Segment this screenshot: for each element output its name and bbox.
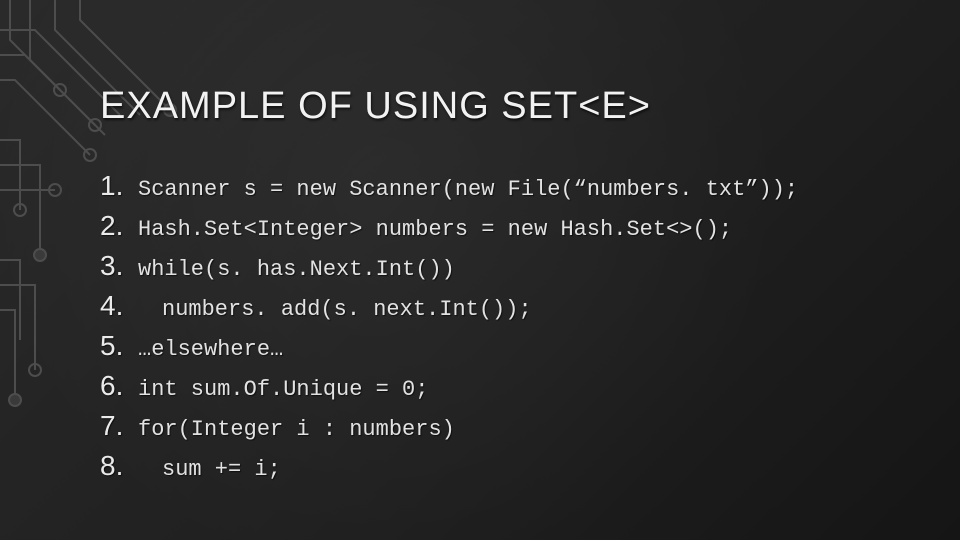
code-line: 8. sum += i; [100,450,870,482]
code-line: 1. Scanner s = new Scanner(new File(“num… [100,170,870,202]
line-number: 8. [100,450,138,482]
code-block: 1. Scanner s = new Scanner(new File(“num… [100,170,870,490]
line-number: 6. [100,370,138,402]
code-text: Hash.Set<Integer> numbers = new Hash.Set… [138,217,732,242]
code-text: Scanner s = new Scanner(new File(“number… [138,177,798,202]
line-number: 1. [100,170,138,202]
code-text: sum += i; [138,457,281,482]
line-number: 5. [100,330,138,362]
code-line: 6. int sum.Of.Unique = 0; [100,370,870,402]
code-line: 4. numbers. add(s. next.Int()); [100,290,870,322]
code-text: …elsewhere… [138,337,283,362]
line-number: 3. [100,250,138,282]
line-number: 7. [100,410,138,442]
slide-title: EXAMPLE OF USING SET<E> [100,85,651,128]
code-text: int sum.Of.Unique = 0; [138,377,428,402]
code-line: 7. for(Integer i : numbers) [100,410,870,442]
code-line: 3. while(s. has.Next.Int()) [100,250,870,282]
line-number: 4. [100,290,138,322]
code-line: 5. …elsewhere… [100,330,870,362]
code-text: while(s. has.Next.Int()) [138,257,455,282]
code-line: 2. Hash.Set<Integer> numbers = new Hash.… [100,210,870,242]
line-number: 2. [100,210,138,242]
code-text: numbers. add(s. next.Int()); [138,297,532,322]
code-text: for(Integer i : numbers) [138,417,455,442]
slide: EXAMPLE OF USING SET<E> 1. Scanner s = n… [0,0,960,540]
